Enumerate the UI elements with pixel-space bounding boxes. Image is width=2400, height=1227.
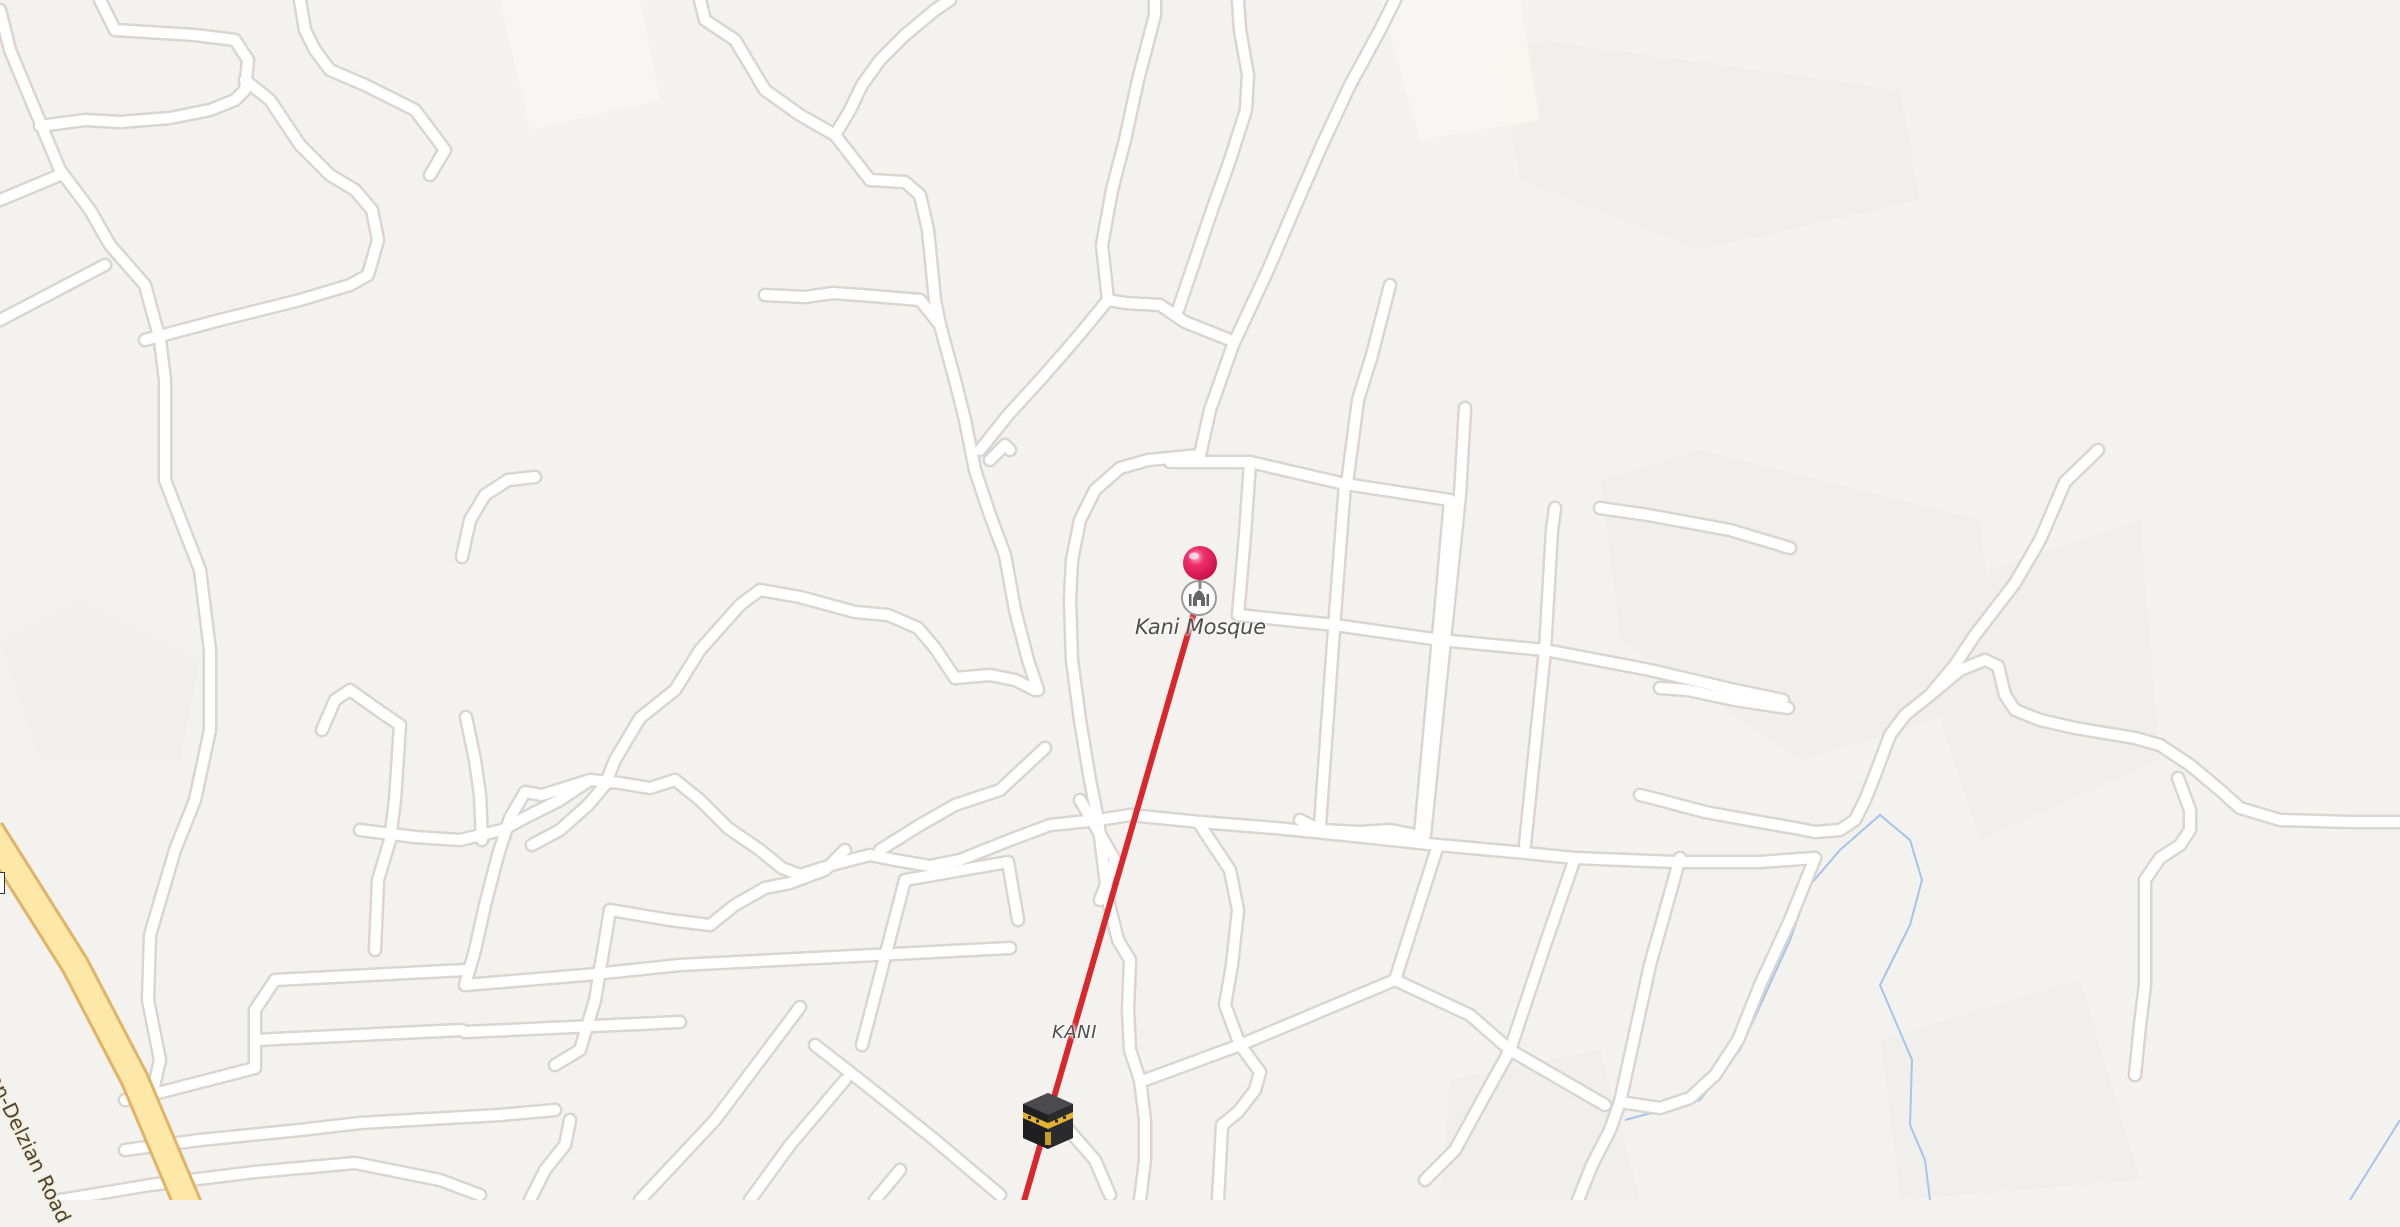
road-1[interactable] (0, 5, 215, 1100)
road-casing-27 (1137, 837, 1446, 1088)
road-45[interactable] (550, 905, 615, 1070)
road-15[interactable] (1315, 479, 1350, 830)
kaaba-icon[interactable] (1017, 1090, 1079, 1152)
road-18[interactable] (1420, 403, 1470, 840)
road-61[interactable] (1635, 790, 1800, 833)
road-47[interactable] (810, 1040, 1005, 1200)
road-11[interactable] (760, 288, 1043, 695)
location-pin-icon[interactable] (1180, 545, 1220, 589)
place-label: KANI (1052, 1022, 1097, 1043)
road-0[interactable] (35, 0, 253, 131)
road-55[interactable] (525, 1115, 575, 1200)
road-casing-6 (692, 0, 958, 143)
mosque-glyph (1189, 590, 1209, 606)
road-2[interactable] (0, 170, 65, 205)
road-casing-1 (0, 2, 218, 1103)
road-5[interactable] (295, 0, 450, 180)
road-12[interactable] (975, 295, 1235, 455)
road-3[interactable] (0, 260, 110, 325)
road-31[interactable] (585, 775, 1103, 880)
road-44[interactable] (605, 845, 850, 930)
road-33[interactable] (457, 472, 540, 562)
road-59[interactable] (2130, 773, 2195, 1080)
road-53[interactable] (120, 1105, 560, 1155)
road-29[interactable] (1193, 817, 1265, 1200)
road-casing-11 (757, 285, 1046, 698)
edge-marker (0, 872, 5, 894)
mosque-label: Kani Mosque (1135, 615, 1266, 639)
map-canvas[interactable]: Soran-Delzian Road Kani Mosque KANI (0, 0, 2400, 1227)
road-casing-9 (1170, 0, 1256, 318)
road-19[interactable] (1520, 503, 1560, 850)
road-48[interactable] (745, 1075, 850, 1200)
road-14[interactable] (1233, 457, 1255, 620)
